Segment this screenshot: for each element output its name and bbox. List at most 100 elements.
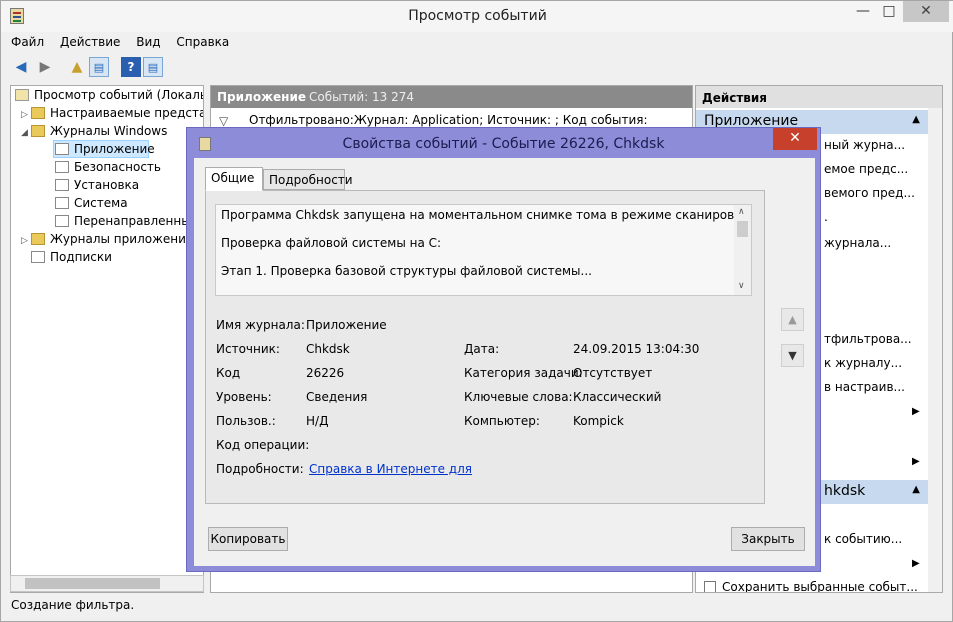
scrollbar-thumb[interactable] bbox=[737, 221, 748, 237]
tree-node-label: Журналы Windows bbox=[50, 124, 168, 138]
level-label: Уровень: bbox=[216, 390, 272, 404]
save-icon bbox=[704, 581, 716, 592]
user-label: Пользов.: bbox=[216, 414, 276, 428]
tree-node-security[interactable]: Безопасность bbox=[55, 158, 161, 176]
menu-view[interactable]: Вид bbox=[136, 35, 160, 49]
level-value: Сведения bbox=[306, 390, 368, 404]
menu-help[interactable]: Справка bbox=[176, 35, 229, 49]
action-save-selected[interactable]: Сохранить выбранные событ... bbox=[704, 580, 918, 593]
source-value: Chkdsk bbox=[306, 342, 350, 356]
action-item[interactable]: . bbox=[824, 210, 828, 224]
tree-node-label: Безопасность bbox=[74, 160, 161, 174]
show-actions-icon[interactable]: ▤ bbox=[143, 57, 163, 77]
minimize-button[interactable]: — bbox=[851, 1, 875, 22]
menu-file[interactable]: Файл bbox=[11, 35, 44, 49]
scrollbar-thumb[interactable] bbox=[25, 578, 160, 589]
pane-title: Приложение bbox=[217, 90, 306, 104]
tree-node-label: Приложение bbox=[74, 142, 155, 156]
computer-value: Kompick bbox=[573, 414, 624, 428]
log-icon bbox=[55, 215, 69, 227]
tree-node-app-logs[interactable]: ▷ Журналы приложений и bbox=[21, 230, 204, 250]
date-label: Дата: bbox=[464, 342, 500, 356]
tree-node-label: Настраиваемые представле bbox=[50, 106, 203, 120]
keywords-label: Ключевые слова: bbox=[464, 390, 573, 404]
folder-icon bbox=[31, 233, 45, 245]
tree-node-subscriptions[interactable]: Подписки bbox=[31, 248, 112, 266]
folder-up-icon[interactable]: ▲ bbox=[67, 57, 87, 77]
show-tree-icon[interactable]: ▤ bbox=[89, 57, 109, 77]
submenu-arrow-icon[interactable]: ▶ bbox=[912, 558, 920, 569]
action-item[interactable]: журнала... bbox=[824, 236, 891, 250]
source-label: Источник: bbox=[216, 342, 280, 356]
previous-event-button[interactable]: ▲ bbox=[781, 308, 804, 331]
tree-node-root[interactable]: Просмотр событий (Локальн bbox=[15, 86, 204, 104]
tab-details[interactable]: Подробности bbox=[263, 169, 353, 190]
opcode-label: Код операции: bbox=[216, 438, 310, 452]
tree-node-custom-views[interactable]: ▷Настраиваемые представле bbox=[21, 104, 203, 122]
message-line: Программа Chkdsk запущена на моментально… bbox=[221, 208, 752, 222]
scroll-down-icon[interactable]: ∨ bbox=[738, 281, 745, 291]
event-message-box[interactable]: Программа Chkdsk запущена на моментально… bbox=[215, 204, 752, 296]
action-item[interactable]: к журналу... bbox=[824, 356, 902, 370]
tree-node-setup[interactable]: Установка bbox=[55, 176, 139, 194]
close-window-button[interactable]: ✕ bbox=[903, 1, 949, 22]
tree-node-application[interactable]: Приложение bbox=[55, 140, 155, 158]
menu-action[interactable]: Действие bbox=[60, 35, 120, 49]
tree-horizontal-scrollbar[interactable] bbox=[10, 575, 204, 592]
collapse-icon[interactable]: ▲ bbox=[912, 484, 920, 495]
tree-node-forwarded[interactable]: Перенаправленные с bbox=[55, 212, 203, 230]
log-name-value: Приложение bbox=[306, 318, 387, 332]
submenu-arrow-icon[interactable]: ▶ bbox=[912, 456, 920, 467]
keywords-value: Классический bbox=[573, 390, 662, 404]
expand-arrow-icon[interactable]: ▷ bbox=[21, 232, 31, 250]
close-button[interactable]: Закрыть bbox=[731, 527, 805, 551]
collapse-icon[interactable]: ▲ bbox=[912, 114, 920, 125]
title-bar: Просмотр событий — □ ✕ bbox=[1, 1, 953, 32]
status-bar: Создание фильтра. bbox=[11, 598, 135, 612]
action-item[interactable]: вемого пред... bbox=[824, 186, 915, 200]
help-icon[interactable]: ? bbox=[121, 57, 141, 77]
tab-general[interactable]: Общие bbox=[205, 167, 263, 191]
navigation-tree: Просмотр событий (Локальн ▷ Настраиваемые… bbox=[10, 85, 204, 593]
events-pane-header: Приложение Событий: 13 274 bbox=[211, 86, 692, 108]
action-item[interactable]: тфильтрова... bbox=[824, 332, 912, 346]
collapse-arrow-icon[interactable]: ◢ bbox=[21, 124, 31, 142]
back-arrow-icon[interactable]: ◀ bbox=[11, 57, 31, 77]
computer-label: Компьютер: bbox=[464, 414, 540, 428]
actions-scrollbar[interactable] bbox=[928, 108, 942, 592]
tree-node-windows-logs[interactable]: ◢ Журналы Windows bbox=[21, 122, 167, 140]
online-help-link[interactable]: Справка в Интернете для bbox=[309, 462, 472, 476]
dialog-close-button[interactable]: ✕ bbox=[773, 128, 817, 150]
task-category-value: Отсутствует bbox=[573, 366, 653, 380]
message-line: Проверка файловой системы на C: bbox=[221, 236, 442, 250]
forward-arrow-icon[interactable]: ▶ bbox=[35, 57, 55, 77]
tree-node-system[interactable]: Система bbox=[55, 194, 128, 212]
action-item[interactable]: к событию... bbox=[824, 532, 902, 546]
date-value: 24.09.2015 13:04:30 bbox=[573, 342, 700, 356]
general-tab-panel: Программа Chkdsk запущена на моментально… bbox=[205, 190, 765, 504]
menu-bar: Файл Действие Вид Справка bbox=[11, 35, 241, 53]
folder-icon bbox=[31, 125, 45, 137]
tree-node-label: Подписки bbox=[50, 250, 112, 264]
event-count: Событий: 13 274 bbox=[309, 90, 415, 104]
action-label: Сохранить выбранные событ... bbox=[722, 580, 918, 593]
details-label: Подробности: bbox=[216, 462, 304, 476]
subscription-icon bbox=[31, 251, 45, 263]
tree-node-label: Установка bbox=[74, 178, 140, 192]
message-scrollbar[interactable]: ∧ ∨ bbox=[734, 205, 751, 295]
message-line: Этап 1. Проверка базовой структуры файло… bbox=[221, 264, 592, 278]
next-event-button[interactable]: ▼ bbox=[781, 344, 804, 367]
copy-button[interactable]: Копировать bbox=[208, 527, 288, 551]
tree-node-label: Журналы приложений и bbox=[50, 232, 204, 246]
actions-header: Действия bbox=[696, 86, 942, 108]
event-viewer-icon bbox=[15, 89, 29, 101]
maximize-button[interactable]: □ bbox=[877, 1, 901, 22]
folder-icon bbox=[31, 107, 45, 119]
submenu-arrow-icon[interactable]: ▶ bbox=[912, 406, 920, 417]
event-properties-dialog: Свойства событий - Событие 26226, Chkdsk… bbox=[186, 127, 821, 572]
scroll-up-icon[interactable]: ∧ bbox=[738, 207, 745, 217]
tree-node-label: Просмотр событий (Локальн bbox=[34, 88, 204, 102]
action-item[interactable]: емое предс... bbox=[824, 162, 908, 176]
action-item[interactable]: в настраив... bbox=[824, 380, 905, 394]
action-item[interactable]: ный журна... bbox=[824, 138, 905, 152]
